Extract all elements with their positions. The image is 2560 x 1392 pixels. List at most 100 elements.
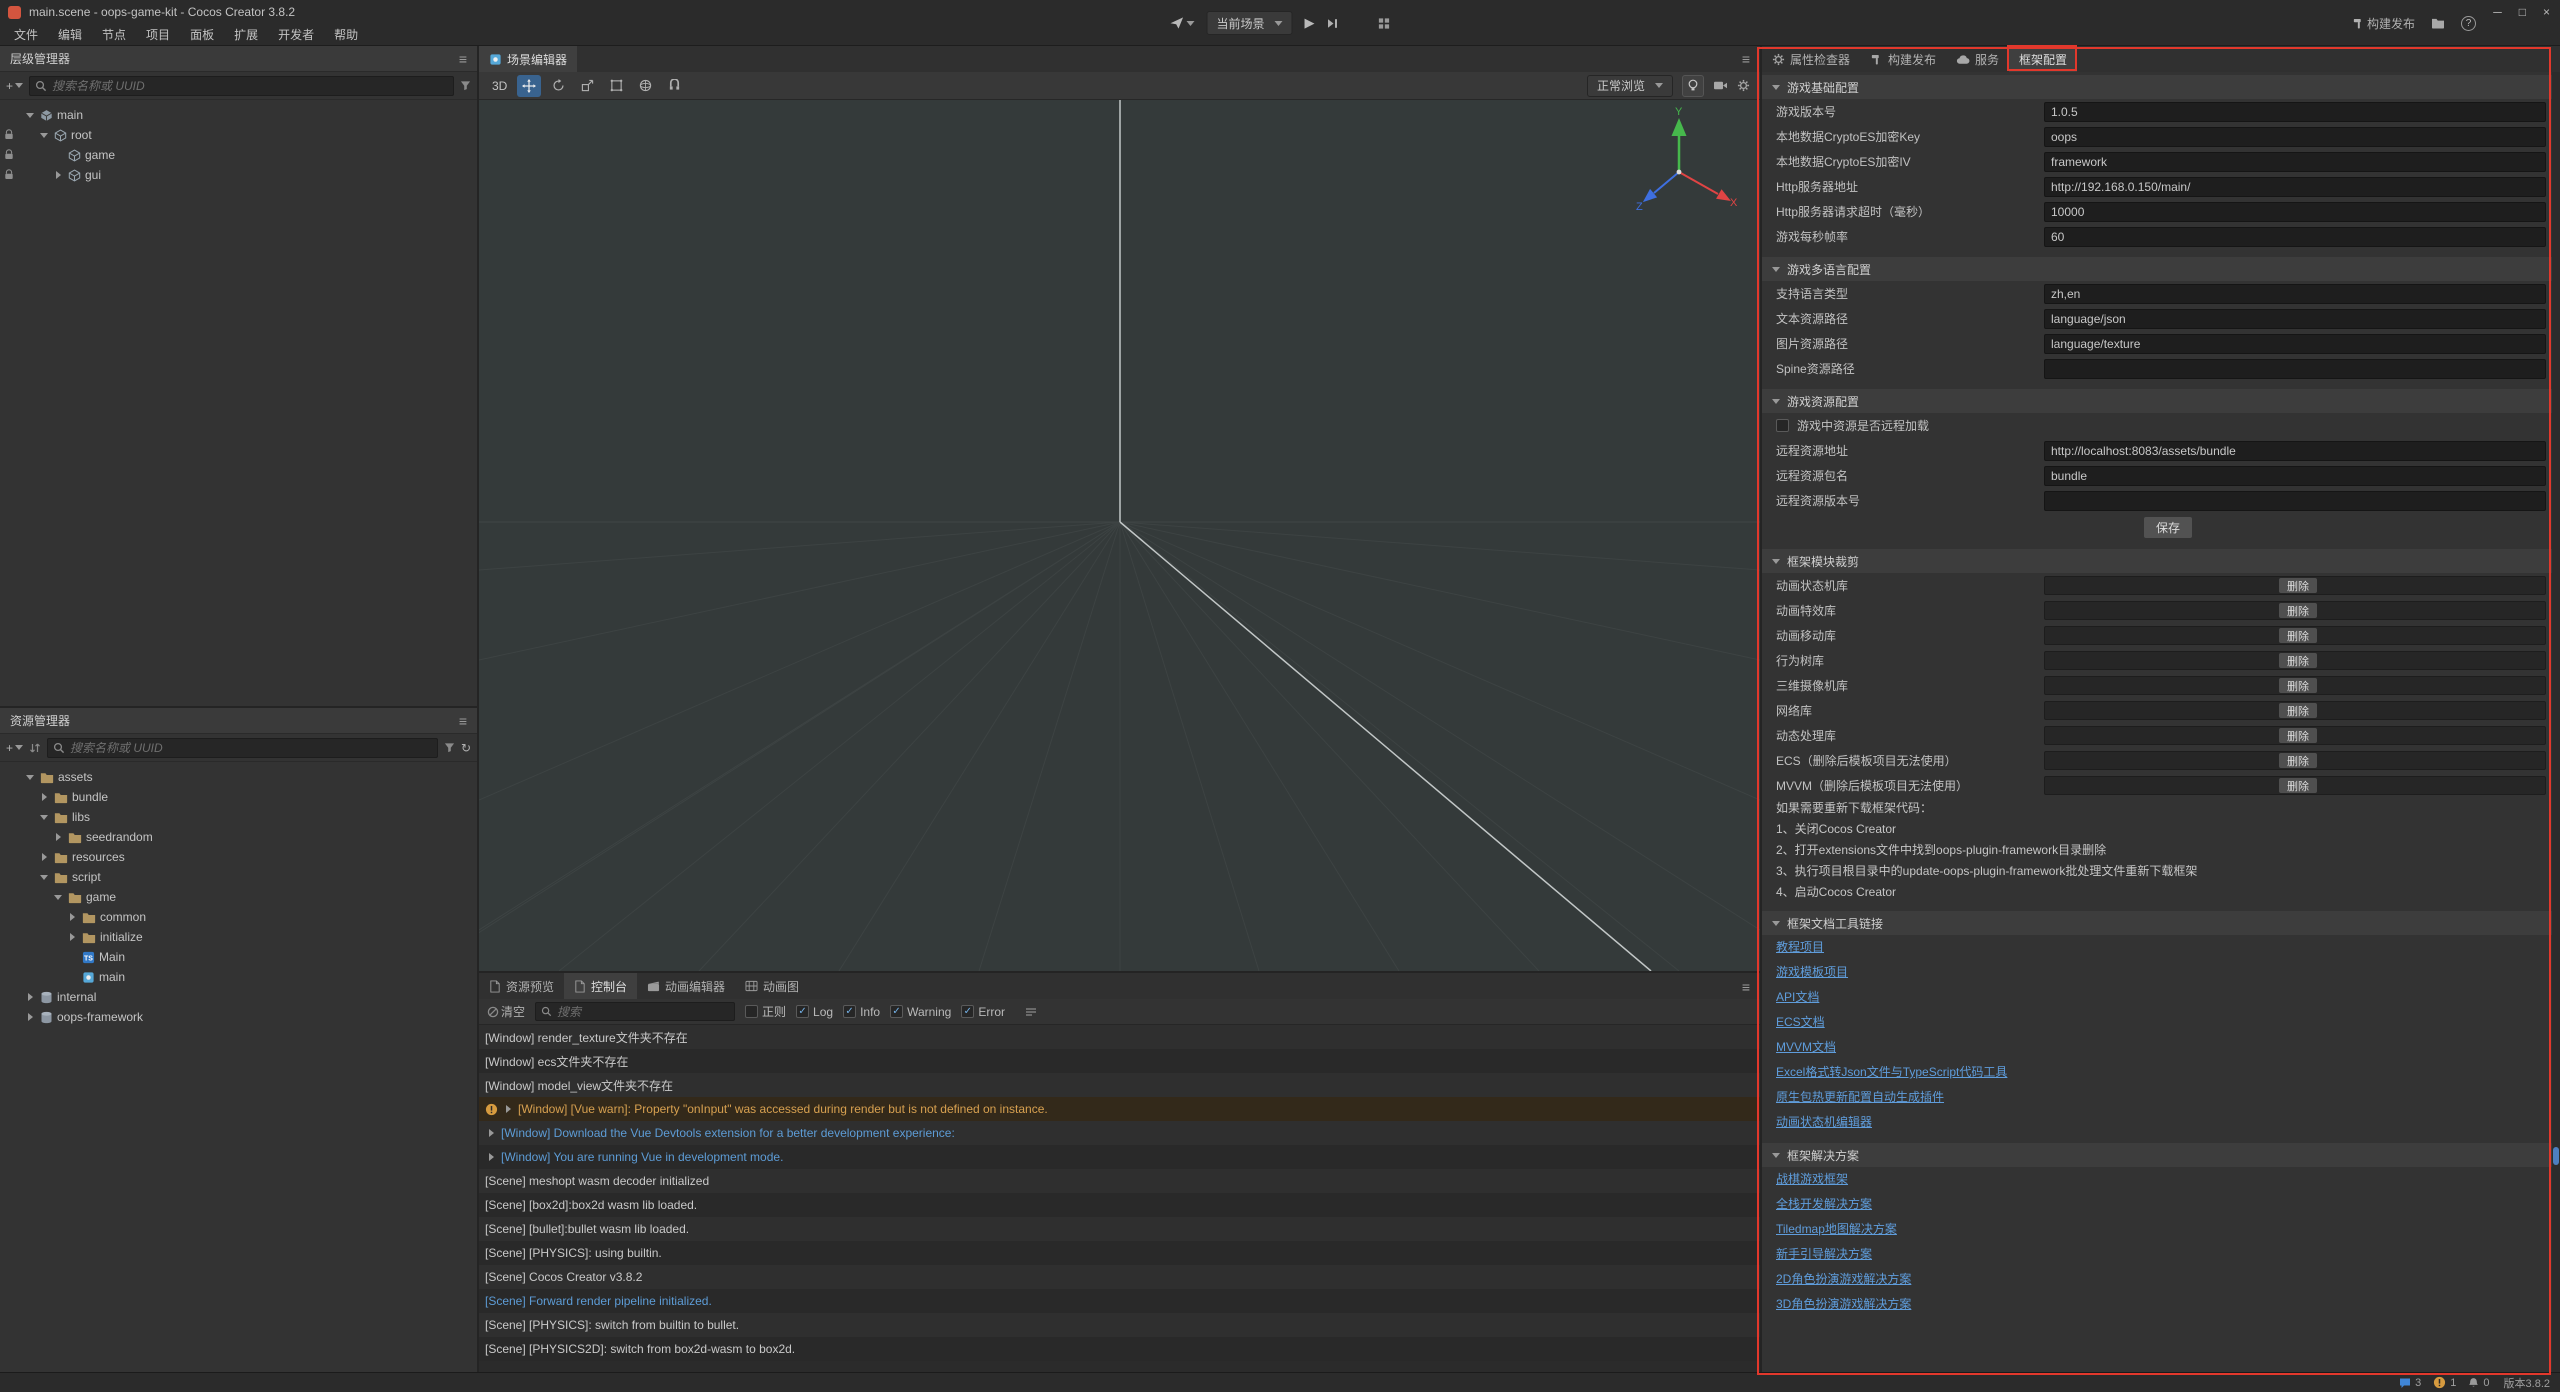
close-button[interactable]: × (2543, 5, 2550, 19)
status-badge[interactable]: 1 (2433, 1376, 2456, 1389)
link-API文档[interactable]: API文档 (1776, 985, 1819, 1010)
console-message[interactable]: [Scene] [PHYSICS2D]: switch from box2d-w… (479, 1337, 1760, 1361)
expand-arrow[interactable] (485, 1153, 497, 1161)
link-游戏模板项目[interactable]: 游戏模板项目 (1776, 960, 1848, 985)
console-message[interactable]: [Window] Download the Vue Devtools exten… (479, 1121, 1760, 1145)
link-Excel格式转Json文件与TypeScript代码工具[interactable]: Excel格式转Json文件与TypeScript代码工具 (1776, 1060, 2007, 1085)
hierarchy-node-root[interactable]: root (0, 125, 477, 145)
link-战棋游戏框架[interactable]: 战棋游戏框架 (1776, 1167, 1848, 1192)
delete-button[interactable]: 删除 (2279, 603, 2317, 618)
move-tool-button[interactable] (517, 75, 541, 97)
expand-arrow[interactable] (52, 171, 64, 179)
hierarchy-search-input[interactable] (52, 79, 448, 93)
play-button[interactable]: ▶ (1305, 15, 1315, 31)
delete-button[interactable]: 删除 (2279, 653, 2317, 668)
layout-grid-button[interactable] (1378, 17, 1391, 30)
tab-属性检查器[interactable]: 属性检查器 (1762, 46, 1860, 72)
expand-arrow[interactable] (52, 895, 64, 900)
tab-scene-editor[interactable]: 场景编辑器 (479, 46, 577, 72)
property-input-远程资源版本号[interactable] (2044, 491, 2546, 511)
checkbox-Error[interactable]: ✓ (961, 1005, 974, 1018)
filter-Info[interactable]: ✓Info (843, 1005, 880, 1019)
section-header-框架解决方案[interactable]: 框架解决方案 (1762, 1143, 2552, 1167)
filter-Warning[interactable]: ✓Warning (890, 1005, 951, 1019)
status-badge[interactable]: 0 (2468, 1377, 2489, 1389)
inspector-scrollbar[interactable] (2552, 72, 2560, 1372)
console-message[interactable]: [Scene] Cocos Creator v3.8.2 (479, 1265, 1760, 1289)
remote-load-checkbox[interactable] (1776, 419, 1789, 432)
panel-menu-icon[interactable]: ≡ (459, 51, 467, 67)
section-header-框架模块裁剪[interactable]: 框架模块裁剪 (1762, 549, 2552, 573)
expand-arrow[interactable] (38, 875, 50, 880)
expand-arrow[interactable] (52, 833, 64, 841)
sort-icon[interactable] (29, 742, 41, 754)
property-input-游戏每秒帧率[interactable] (2044, 227, 2546, 247)
property-input-远程资源包名[interactable] (2044, 466, 2546, 486)
property-input-远程资源地址[interactable] (2044, 441, 2546, 461)
refresh-icon[interactable]: ↻ (461, 741, 471, 755)
link-MVVM文档[interactable]: MVVM文档 (1776, 1035, 1836, 1060)
tab-控制台[interactable]: 控制台 (564, 973, 637, 999)
link-新手引导解决方案[interactable]: 新手引导解决方案 (1776, 1242, 1872, 1267)
expand-arrow[interactable] (38, 133, 50, 138)
panel-menu-icon[interactable]: ≡ (1742, 51, 1750, 67)
link-动画状态机编辑器[interactable]: 动画状态机编辑器 (1776, 1110, 1872, 1135)
expand-arrow[interactable] (24, 775, 36, 780)
asset-item-seedrandom[interactable]: seedrandom (0, 827, 477, 847)
property-input-支持语言类型[interactable] (2044, 284, 2546, 304)
assets-search-input[interactable] (70, 741, 432, 755)
rotate-tool-button[interactable] (546, 75, 570, 97)
console-search-input[interactable] (557, 1005, 729, 1019)
build-publish-button[interactable]: 构建发布 (2352, 15, 2415, 32)
link-原生包热更新配置自动生成插件[interactable]: 原生包热更新配置自动生成插件 (1776, 1085, 1944, 1110)
property-input-Spine资源路径[interactable] (2044, 359, 2546, 379)
preview-target-button[interactable] (1169, 16, 1194, 30)
delete-button[interactable]: 删除 (2279, 628, 2317, 643)
tab-资源预览[interactable]: 资源预览 (479, 973, 564, 999)
asset-item-resources[interactable]: resources (0, 847, 477, 867)
asset-item-bundle[interactable]: bundle (0, 787, 477, 807)
console-message[interactable]: [Window] model_view文件夹不存在 (479, 1073, 1760, 1097)
status-badge[interactable]: 3 (2399, 1377, 2421, 1389)
property-input-本地数据CryptoES加密IV[interactable] (2044, 152, 2546, 172)
menu-item-项目[interactable]: 项目 (136, 24, 180, 46)
property-input-Http服务器请求超时（毫秒）[interactable] (2044, 202, 2546, 222)
menu-item-扩展[interactable]: 扩展 (224, 24, 268, 46)
property-input-Http服务器地址[interactable] (2044, 177, 2546, 197)
menu-item-帮助[interactable]: 帮助 (324, 24, 368, 46)
menu-item-文件[interactable]: 文件 (4, 24, 48, 46)
expand-arrow[interactable] (38, 853, 50, 861)
snap-tool-button[interactable] (662, 75, 686, 97)
checkbox-Info[interactable]: ✓ (843, 1005, 856, 1018)
expand-arrow[interactable] (66, 913, 78, 921)
scrollbar-thumb[interactable] (2553, 1147, 2559, 1165)
view-mode-select[interactable]: 正常浏览 (1587, 75, 1673, 97)
property-input-游戏版本号[interactable] (2044, 102, 2546, 122)
property-input-文本资源路径[interactable] (2044, 309, 2546, 329)
checkbox-Warning[interactable]: ✓ (890, 1005, 903, 1018)
hierarchy-node-gui[interactable]: gui (0, 165, 477, 185)
section-header-游戏多语言配置[interactable]: 游戏多语言配置 (1762, 257, 2552, 281)
filter-Error[interactable]: ✓Error (961, 1005, 1005, 1019)
console-message[interactable]: [Window] You are running Vue in developm… (479, 1145, 1760, 1169)
hierarchy-node-game[interactable]: game (0, 145, 477, 165)
asset-item-Main[interactable]: TSMain (0, 947, 477, 967)
save-button[interactable]: 保存 (2144, 517, 2192, 538)
console-message[interactable]: [Window] render_texture文件夹不存在 (479, 1025, 1760, 1049)
asset-item-internal[interactable]: internal (0, 987, 477, 1007)
property-input-图片资源路径[interactable] (2044, 334, 2546, 354)
console-message[interactable]: [Scene] [PHYSICS]: using builtin. (479, 1241, 1760, 1265)
gizmo-space-button[interactable] (633, 75, 657, 97)
console-message[interactable]: [Window] [Vue warn]: Property "onInput" … (479, 1097, 1760, 1121)
filter-icon[interactable] (444, 742, 455, 753)
open-folder-icon[interactable] (2431, 17, 2445, 29)
scene-viewport[interactable]: Y X Z (479, 100, 1760, 971)
asset-item-main[interactable]: main (0, 967, 477, 987)
light-toggle[interactable] (1682, 75, 1704, 97)
clear-console-button[interactable]: 清空 (487, 1003, 525, 1020)
delete-button[interactable]: 删除 (2279, 728, 2317, 743)
console-message[interactable]: [Scene] Forward render pipeline initiali… (479, 1289, 1760, 1313)
filter-icon[interactable] (460, 80, 471, 91)
tab-动画编辑器[interactable]: 动画编辑器 (637, 973, 735, 999)
expand-arrow[interactable] (38, 793, 50, 801)
